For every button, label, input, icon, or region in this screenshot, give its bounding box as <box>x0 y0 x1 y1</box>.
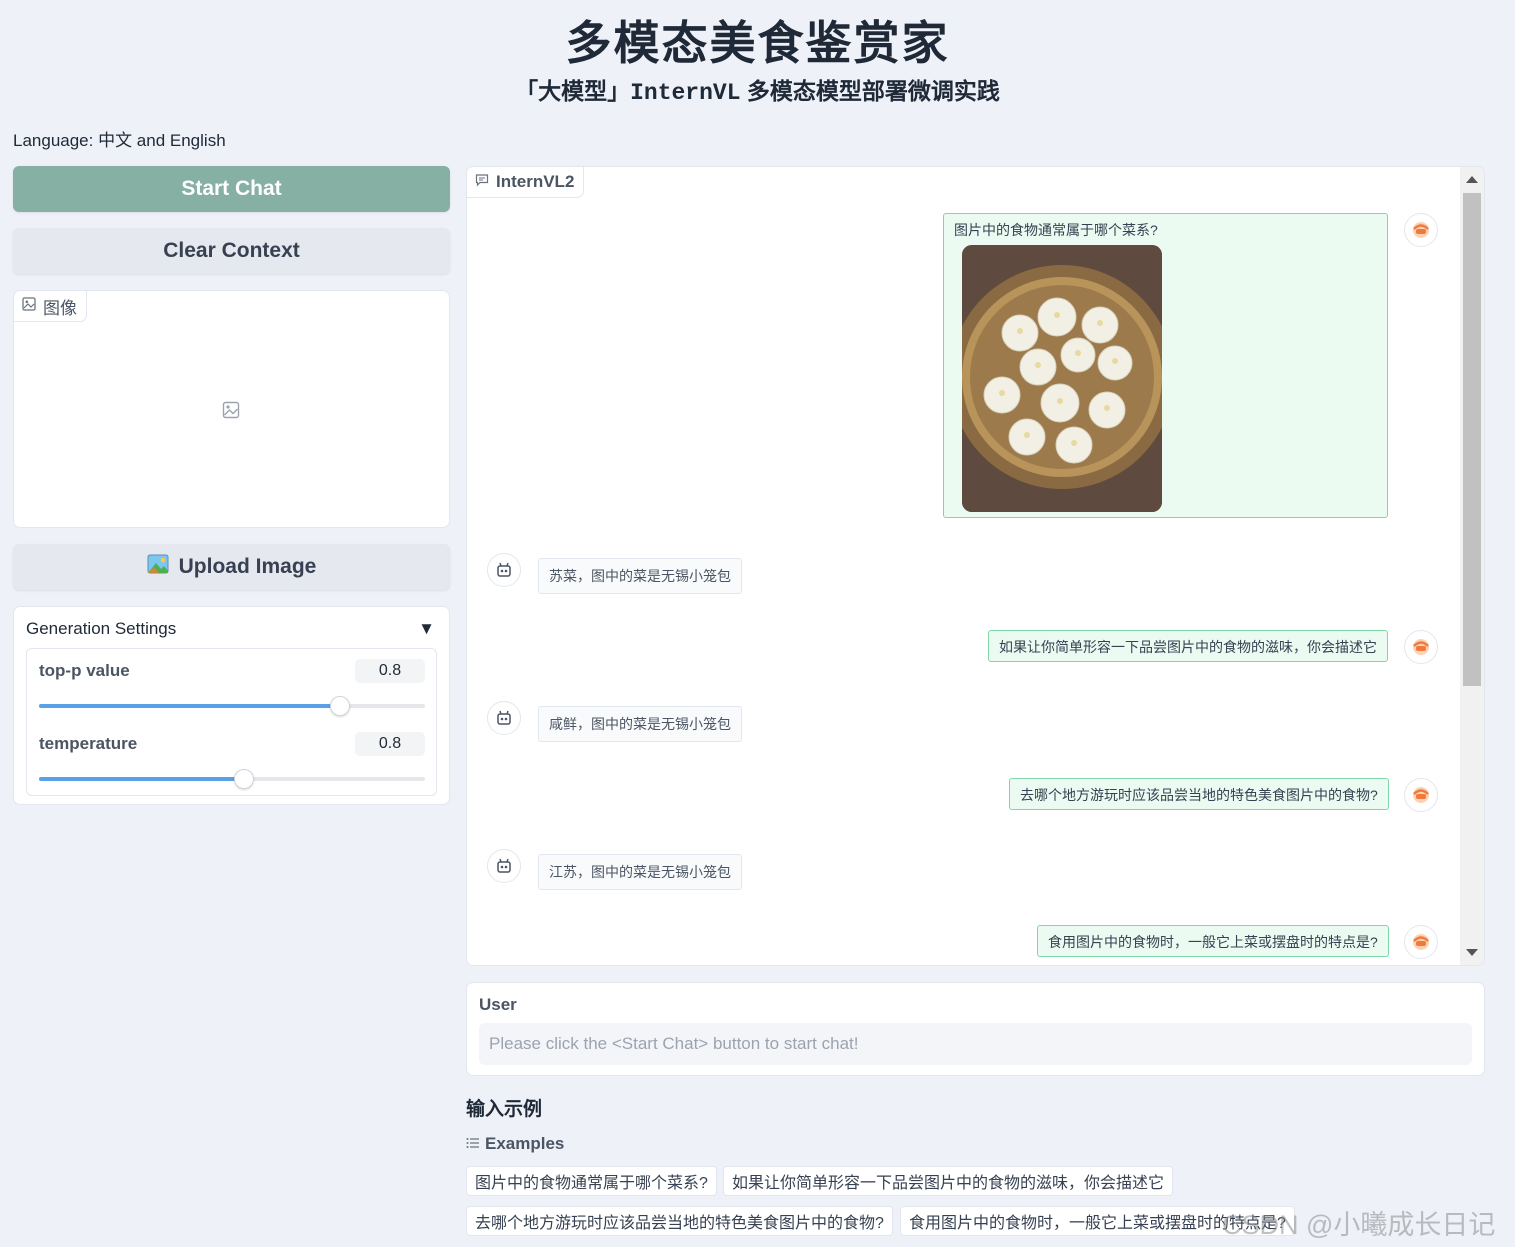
examples-label: Examples <box>485 1134 565 1153</box>
user-message-input[interactable] <box>479 1023 1472 1065</box>
user-avatar-icon <box>1404 213 1438 247</box>
subtitle-prefix: 「大模型」 <box>515 78 631 104</box>
page-title: 多模态美食鉴赏家 <box>565 17 950 69</box>
chat-scrollbar[interactable] <box>1460 167 1484 965</box>
bot-avatar-icon <box>487 849 521 883</box>
page-header: 多模态美食鉴赏家 「大模型」InternVL 多模态模型部署微调实践 <box>0 14 1515 110</box>
examples-label-row: Examples <box>466 1134 564 1154</box>
top-p-slider-track[interactable] <box>39 696 425 716</box>
top-p-label: top-p value <box>39 661 130 680</box>
user-input-label: User <box>479 995 517 1014</box>
upload-image-label: Upload Image <box>178 555 317 578</box>
generation-settings-panel: Generation Settings ▼ top-p value 0.8 te… <box>13 606 450 805</box>
bot-message-bubble: 咸鲜，图中的菜是无锡小笼包 <box>538 706 742 742</box>
generation-settings-title: Generation Settings <box>26 619 177 638</box>
chatbot-panel: InternVL2 图片中的食物通常属于哪个菜系? 苏菜，图中的菜是无锡小笼包 … <box>466 166 1485 966</box>
bot-message-bubble: 苏菜，图中的菜是无锡小笼包 <box>538 558 742 594</box>
subtitle-suffix: 多模态模型部署微调实践 <box>740 78 1000 104</box>
food-photo-image[interactable] <box>962 245 1162 512</box>
user-avatar-icon <box>1404 925 1438 959</box>
scroll-up-arrow-icon[interactable] <box>1466 176 1478 183</box>
temperature-slider-track[interactable] <box>39 769 425 789</box>
top-p-slider-row: top-p value 0.8 <box>39 659 425 716</box>
user-message-bubble: 如果让你简单形容一下品尝图片中的食物的滋味，你会描述它 <box>988 630 1388 662</box>
clear-context-button[interactable]: Clear Context <box>13 228 450 274</box>
image-panel-label-tag: 图像 <box>14 291 87 322</box>
user-avatar-icon <box>1404 778 1438 812</box>
bot-avatar-icon <box>487 553 521 587</box>
generation-settings-header[interactable]: Generation Settings ▼ <box>26 619 435 639</box>
language-label: Language: 中文 and English <box>13 131 226 150</box>
list-icon <box>466 1134 480 1154</box>
image-upload-panel[interactable]: 图像 <box>13 290 450 528</box>
user-message-bubble: 食用图片中的食物时，一般它上菜或摆盘时的特点是? <box>1037 925 1389 957</box>
examples-heading: 输入示例 <box>466 1099 543 1120</box>
subtitle-model-name: InternVL <box>630 80 741 106</box>
temperature-slider-row: temperature 0.8 <box>39 732 425 789</box>
slider-group: top-p value 0.8 temperature 0.8 <box>26 648 437 796</box>
picture-icon <box>147 554 169 580</box>
user-message-text: 图片中的食物通常属于哪个菜系? <box>954 222 1158 238</box>
temperature-slider-handle[interactable] <box>233 769 254 789</box>
scroll-down-arrow-icon[interactable] <box>1466 949 1478 956</box>
example-item[interactable]: 去哪个地方游玩时应该品尝当地的特色美食图片中的食物? <box>466 1206 893 1236</box>
page-subtitle: 「大模型」InternVL 多模态模型部署微调实践 <box>0 74 1515 110</box>
chatbot-label: InternVL2 <box>496 172 575 191</box>
example-item[interactable]: 如果让你简单形容一下品尝图片中的食物的滋味，你会描述它 <box>723 1166 1174 1196</box>
start-chat-button[interactable]: Start Chat <box>13 166 450 212</box>
image-icon <box>22 296 36 316</box>
temperature-slider-fill <box>39 777 244 781</box>
collapse-toggle-icon[interactable]: ▼ <box>418 619 435 639</box>
upload-image-button[interactable]: Upload Image <box>13 544 450 590</box>
image-placeholder-icon <box>222 401 240 424</box>
top-p-slider-fill <box>39 704 341 708</box>
temperature-value-input[interactable]: 0.8 <box>355 732 425 756</box>
image-panel-label: 图像 <box>43 298 77 318</box>
watermark: CSDN @小曦成长日记 <box>1222 1210 1496 1240</box>
chat-icon <box>475 172 489 192</box>
user-input-panel: User <box>466 982 1485 1076</box>
bot-message-bubble: 江苏，图中的菜是无锡小笼包 <box>538 854 742 890</box>
chatbot-label-tag: InternVL2 <box>467 167 585 198</box>
scrollbar-thumb[interactable] <box>1463 193 1481 686</box>
top-p-slider-handle[interactable] <box>330 696 351 716</box>
bot-avatar-icon <box>487 701 521 735</box>
top-p-value-input[interactable]: 0.8 <box>355 659 425 683</box>
example-item[interactable]: 图片中的食物通常属于哪个菜系? <box>466 1166 717 1196</box>
user-message-bubble: 图片中的食物通常属于哪个菜系? <box>943 213 1388 518</box>
user-avatar-icon <box>1404 630 1438 664</box>
user-message-bubble: 去哪个地方游玩时应该品尝当地的特色美食图片中的食物? <box>1009 778 1389 810</box>
temperature-label: temperature <box>39 734 138 753</box>
